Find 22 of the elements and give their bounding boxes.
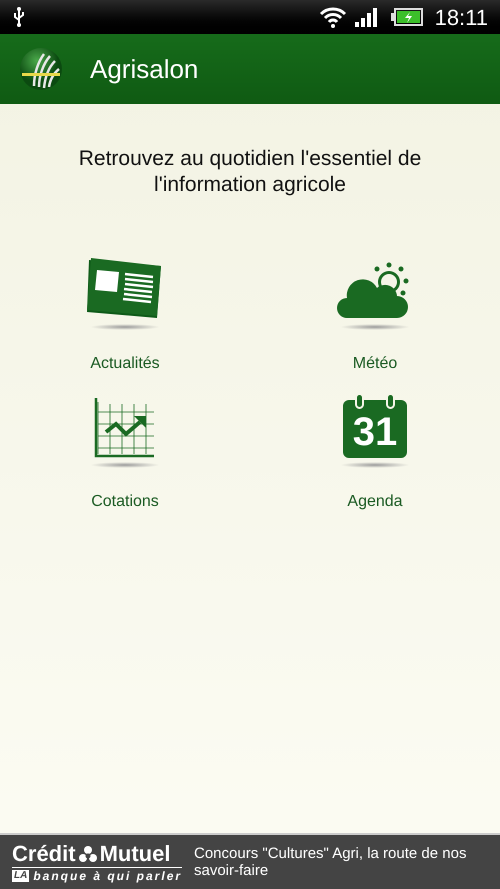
menu-item[interactable]: Cotations [0,396,250,514]
menu-item[interactable]: Météo [250,258,500,376]
signal-icon [354,7,379,27]
status-time: 18:11 [434,4,488,32]
menu-item[interactable]: Actualités [0,258,250,376]
calendar-icon [343,394,407,458]
intro-text: Retrouvez au quotidien l'essentiel de l'information agricole [78,146,422,198]
ad-banner[interactable]: Crédit Mutuel LA banque à qui parler Concours "Cultures" Agri, la route de nos savoir-faire [0,833,500,889]
brand-name: Mutuel [100,842,170,866]
line-chart-icon [94,398,156,458]
wifi-icon [318,6,347,28]
menu-item[interactable]: 31 Agenda [250,396,500,514]
app-logo-icon [20,48,62,90]
calendar-day: 31 [352,414,398,450]
ad-message: Concours "Cultures" Agri, la route de nos savoir-faire [194,845,468,879]
battery-icon [390,8,423,26]
app-title: Agrisalon [90,52,198,86]
tag-badge: LA [12,870,30,882]
brand-logo-icon [78,844,98,862]
brand-name: Crédit [12,842,76,866]
usb-icon [12,6,26,28]
brand-tagline: banque à qui parler [33,868,182,882]
